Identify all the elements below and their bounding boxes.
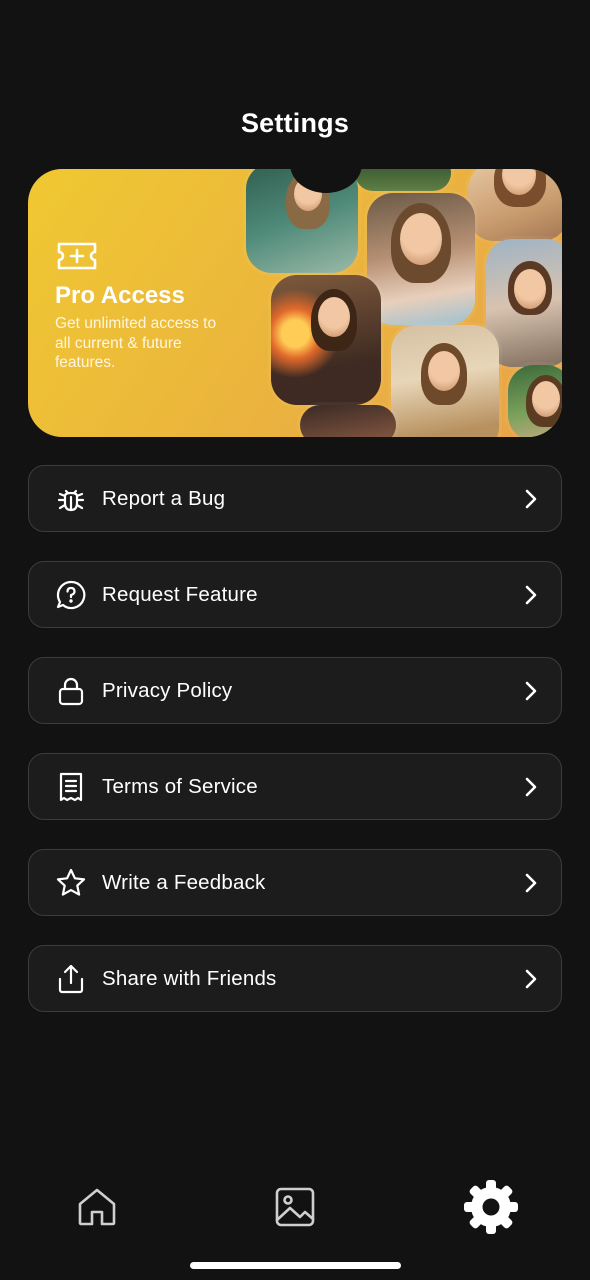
chevron-right-icon bbox=[525, 681, 537, 700]
collage-photo bbox=[468, 169, 562, 241]
lock-icon bbox=[58, 677, 84, 705]
pro-access-banner[interactable]: Pro Access Get unlimited access to all c… bbox=[28, 169, 562, 437]
home-indicator bbox=[190, 1262, 401, 1269]
gallery-icon[interactable] bbox=[274, 1186, 316, 1228]
bug-icon bbox=[57, 489, 85, 511]
page-title: Settings bbox=[240, 108, 350, 138]
menu-item-label: Write a Feedback bbox=[102, 870, 266, 894]
menu-item-terms-of-service[interactable]: Terms of Service bbox=[28, 753, 562, 820]
chevron-right-icon bbox=[525, 585, 537, 604]
settings-icon[interactable] bbox=[462, 1178, 520, 1236]
pro-access-title: Pro Access bbox=[55, 282, 185, 309]
collage-photo bbox=[391, 325, 499, 437]
menu-item-label: Privacy Policy bbox=[102, 678, 233, 702]
pro-access-description: Get unlimited access to all current & fu… bbox=[55, 315, 217, 371]
chevron-right-icon bbox=[525, 873, 537, 892]
menu-item-report-bug[interactable]: Report a Bug bbox=[28, 465, 562, 532]
collage-photo bbox=[271, 275, 381, 405]
settings-menu: Report a Bug Request Feature Privacy Pol… bbox=[28, 465, 562, 1041]
menu-item-privacy-policy[interactable]: Privacy Policy bbox=[28, 657, 562, 724]
menu-item-write-feedback[interactable]: Write a Feedback bbox=[28, 849, 562, 916]
menu-item-label: Share with Friends bbox=[102, 966, 277, 990]
home-icon[interactable] bbox=[76, 1186, 118, 1228]
collage-photo bbox=[508, 365, 562, 437]
menu-item-request-feature[interactable]: Request Feature bbox=[28, 561, 562, 628]
question-chat-icon bbox=[56, 580, 86, 609]
collage-photo bbox=[367, 193, 475, 325]
settings-screen: Settings Pro Access Get unlimited access… bbox=[0, 0, 590, 1280]
ticket-plus-icon bbox=[57, 242, 97, 270]
collage-photo bbox=[300, 405, 396, 437]
menu-item-label: Terms of Service bbox=[102, 774, 258, 798]
chevron-right-icon bbox=[525, 969, 537, 988]
receipt-icon bbox=[59, 772, 83, 801]
menu-item-share-friends[interactable]: Share with Friends bbox=[28, 945, 562, 1012]
share-icon bbox=[58, 964, 84, 993]
menu-item-label: Request Feature bbox=[102, 582, 258, 606]
chevron-right-icon bbox=[525, 489, 537, 508]
menu-item-label: Report a Bug bbox=[102, 486, 226, 510]
star-icon bbox=[56, 868, 86, 896]
chevron-right-icon bbox=[525, 777, 537, 796]
collage-photo bbox=[355, 169, 451, 191]
